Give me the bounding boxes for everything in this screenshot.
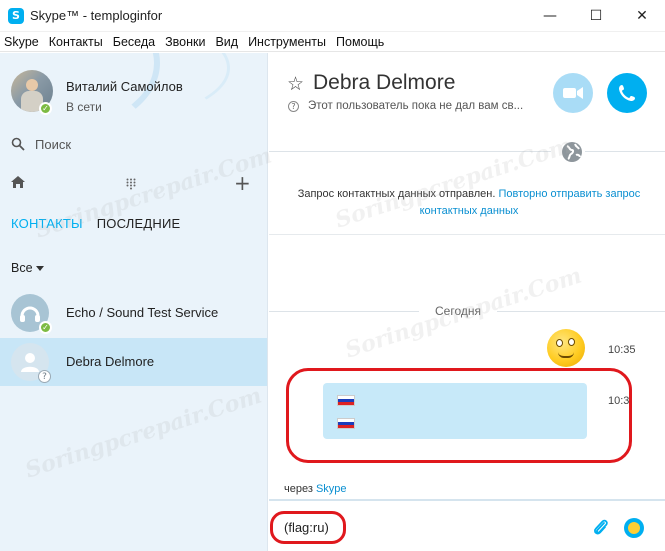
- search-box[interactable]: Поиск: [11, 135, 71, 153]
- mood-message: ? Этот пользователь пока не дал вам св..…: [288, 100, 523, 112]
- menu-calls[interactable]: Звонки: [160, 35, 210, 49]
- emoticon-message: [547, 329, 585, 367]
- title-bar: S Skype™ - temploginfor — ☐ ✕: [0, 0, 665, 32]
- online-status-icon: ✓: [39, 102, 52, 115]
- search-icon: [11, 137, 25, 151]
- my-status[interactable]: В сети: [66, 100, 102, 114]
- menu-view[interactable]: Вид: [210, 35, 243, 49]
- contact-item-debra[interactable]: ? Debra Delmore: [0, 338, 267, 386]
- question-icon: ?: [288, 100, 299, 112]
- via-label: через Skype: [284, 483, 347, 495]
- menu-contacts[interactable]: Контакты: [44, 35, 108, 49]
- star-icon[interactable]: ☆: [287, 73, 304, 95]
- via-skype-link[interactable]: Skype: [316, 483, 347, 495]
- window-controls: — ☐ ✕: [527, 0, 665, 32]
- highlight-annotation: [270, 511, 346, 544]
- highlight-annotation: [286, 368, 632, 463]
- chat-panel: ☆ Debra Delmore ? Этот пользователь пока…: [269, 53, 665, 551]
- contact-tabs: КОНТАКТЫ ПОСЛЕДНИЕ: [11, 216, 180, 231]
- menu-tools[interactable]: Инструменты: [243, 35, 331, 49]
- divider-line: [269, 151, 551, 152]
- notice-text: Запрос контактных данных отправлен.: [297, 188, 496, 200]
- close-button[interactable]: ✕: [619, 0, 665, 32]
- divider-line: [497, 311, 665, 312]
- home-icon[interactable]: [10, 175, 26, 194]
- chevron-down-icon: [35, 265, 44, 271]
- smiley-icon: [628, 522, 640, 534]
- message-time: 10:35: [608, 344, 636, 356]
- phone-icon: [619, 85, 635, 101]
- tab-contacts[interactable]: КОНТАКТЫ: [11, 216, 83, 231]
- chat-contact-name: Debra Delmore: [313, 71, 456, 94]
- audio-call-button[interactable]: [607, 73, 647, 113]
- unknown-status-icon: ?: [38, 370, 51, 383]
- menu-bar: Skype Контакты Беседа Звонки Вид Инструм…: [0, 32, 665, 52]
- maximize-button[interactable]: ☐: [573, 0, 619, 32]
- contact-request-notice: Запрос контактных данных отправлен. Повт…: [284, 186, 654, 220]
- divider-line: [269, 311, 419, 312]
- filter-label: Все: [11, 261, 33, 275]
- divider-line: [269, 234, 665, 235]
- paperclip-icon[interactable]: [593, 518, 609, 543]
- skype-window: S Skype™ - temploginfor — ☐ ✕ Skype Конт…: [0, 0, 665, 551]
- date-separator: Сегодня: [435, 304, 481, 318]
- dialpad-icon[interactable]: [126, 177, 136, 195]
- minimize-button[interactable]: —: [527, 0, 573, 32]
- menu-skype[interactable]: Skype: [0, 35, 44, 49]
- contact-name: Echo / Sound Test Service: [66, 305, 219, 320]
- menu-conversation[interactable]: Беседа: [108, 35, 160, 49]
- contact-item-echo[interactable]: ✓ Echo / Sound Test Service: [0, 289, 267, 337]
- mood-text: Этот пользователь пока не дал вам св...: [308, 100, 524, 112]
- online-status-icon: ✓: [39, 321, 52, 334]
- my-name[interactable]: Виталий Самойлов: [66, 79, 183, 94]
- tab-recent[interactable]: ПОСЛЕДНИЕ: [97, 216, 181, 231]
- globe-icon: [561, 141, 583, 168]
- input-divider: [269, 499, 665, 501]
- window-title: Skype™ - temploginfor: [30, 8, 163, 23]
- search-placeholder: Поиск: [35, 136, 72, 152]
- sidebar-toolbar: +: [0, 171, 267, 195]
- via-prefix: через: [284, 483, 313, 495]
- video-camera-icon: [563, 87, 583, 99]
- divider-line: [585, 151, 665, 152]
- contacts-filter-dropdown[interactable]: Все: [11, 261, 44, 275]
- emoticon-picker-button[interactable]: [624, 518, 644, 538]
- add-contact-icon[interactable]: +: [234, 171, 251, 195]
- contact-name: Debra Delmore: [66, 354, 155, 369]
- skype-logo-icon: S: [8, 7, 24, 24]
- menu-help[interactable]: Помощь: [331, 35, 389, 49]
- sidebar: ✓ Виталий Самойлов В сети Поиск + КОНТАК…: [0, 53, 268, 551]
- video-call-button[interactable]: [553, 73, 593, 113]
